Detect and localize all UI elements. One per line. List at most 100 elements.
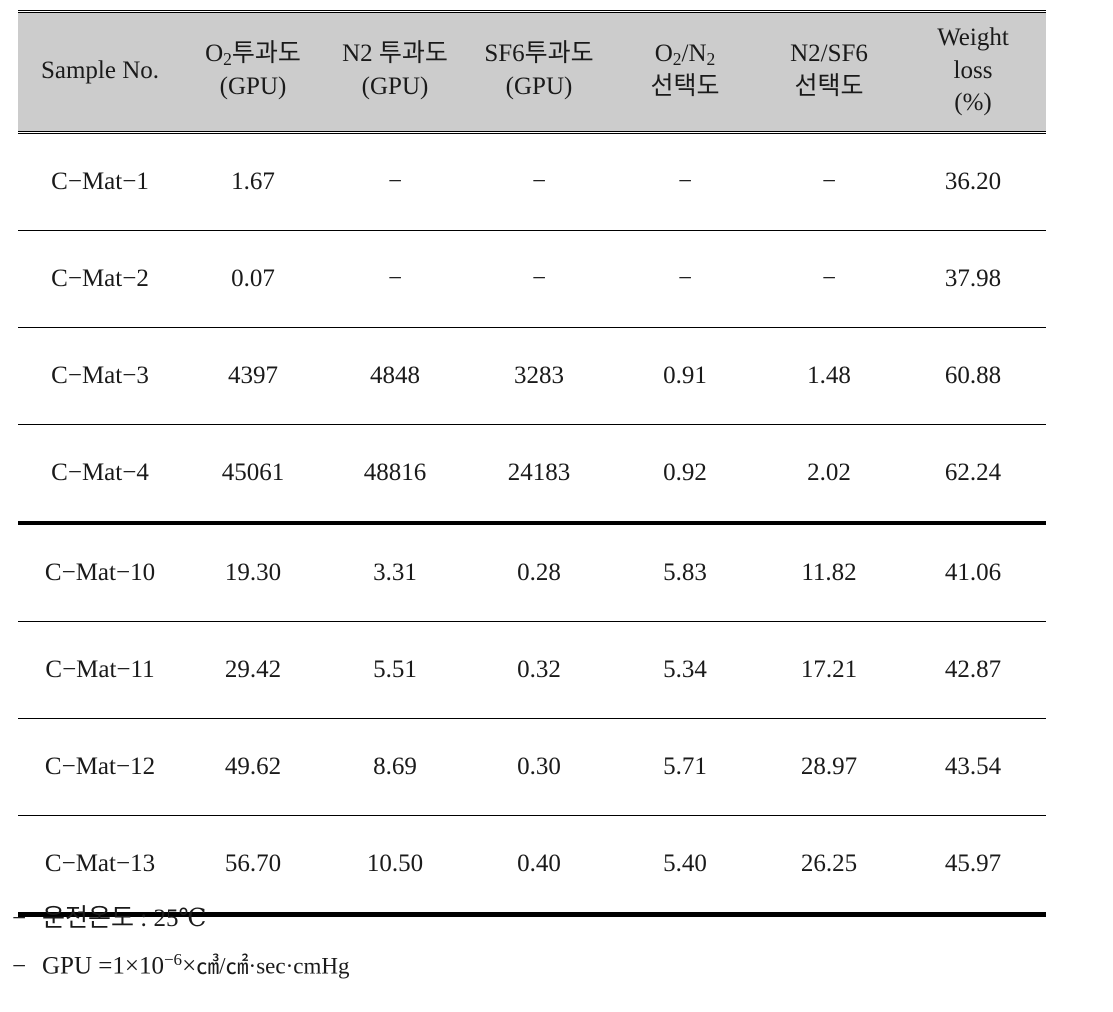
column-header-line: SF6투과도 xyxy=(484,40,594,68)
cell-sample-no: C−Mat−13 xyxy=(18,815,182,917)
column-header-line: O2/N2 xyxy=(654,40,716,70)
cell-n2-sf6-selectivity: 28.97 xyxy=(758,718,900,816)
column-header-n2-sf6-selectivity: N2/SF6 선택도 xyxy=(758,10,900,134)
cell-sample-no: C−Mat−11 xyxy=(18,621,182,719)
table-row: C−Mat−10 19.30 3.31 0.28 5.83 11.82 41.06 xyxy=(18,522,1046,622)
table-row: C−Mat−11 29.42 5.51 0.32 5.34 17.21 42.87 xyxy=(18,621,1046,719)
table-page: Sample No. O2투과도 (GPU) N2 투과도 (GPU) SF6투… xyxy=(0,0,1113,1012)
cell-n2-sf6-selectivity: 11.82 xyxy=(758,522,900,622)
cell-weight-loss: 41.06 xyxy=(900,522,1046,622)
column-header-n2-permeance: N2 투과도 (GPU) xyxy=(324,10,466,134)
cell-sf6-permeance: − xyxy=(466,230,612,328)
cell-n2-sf6-selectivity: − xyxy=(758,132,900,231)
cell-o2-permeance: 4397 xyxy=(182,327,324,425)
table-row: C−Mat−12 49.62 8.69 0.30 5.71 28.97 43.54 xyxy=(18,718,1046,816)
table-body: C−Mat−1 1.67− − − −36.20 C−Mat−2 0.07− − − −37.98… xyxy=(18,132,1046,917)
cell-n2-permeance: − xyxy=(324,132,466,231)
column-header-unit: (GPU) xyxy=(505,72,573,100)
cell-sf6-permeance: 24183 xyxy=(466,424,612,525)
cell-sample-no: C−Mat−3 xyxy=(18,327,182,425)
footnote-gpu-exponent: −6 xyxy=(163,950,183,969)
table-container: Sample No. O2투과도 (GPU) N2 투과도 (GPU) SF6투… xyxy=(18,10,1046,917)
header-row: Sample No. O2투과도 (GPU) N2 투과도 (GPU) SF6투… xyxy=(18,10,1046,134)
cell-weight-loss: 43.54 xyxy=(900,718,1046,816)
column-header-sf6-permeance: SF6투과도 (GPU) xyxy=(466,10,612,134)
cell-weight-loss: 37.98 xyxy=(900,230,1046,328)
cell-o2-n2-selectivity: 0.91 xyxy=(612,327,758,425)
table-row: C−Mat−2 0.07− − − −37.98 xyxy=(18,230,1046,328)
column-header-line: N2 투과도 xyxy=(342,40,448,68)
subscript-2: 2 xyxy=(706,49,716,70)
cell-o2-permeance: 45061 xyxy=(182,424,324,525)
subscript-2: 2 xyxy=(672,49,682,70)
column-header-line: Sample No. xyxy=(40,56,160,84)
column-header-line: loss xyxy=(953,56,993,84)
cell-o2-permeance: 56.70 xyxy=(182,815,324,917)
cell-n2-permeance: 4848 xyxy=(324,327,466,425)
cell-o2-permeance: 19.30 xyxy=(182,522,324,622)
column-header-unit: (GPU) xyxy=(219,72,287,100)
footnote-gpu-units: ㎤/㎠·sec·cmHg xyxy=(196,953,350,979)
cell-weight-loss: 45.97 xyxy=(900,815,1046,917)
footnote-gpu-definition: − GPU =1×10−6×㎤/㎠·sec·cmHg xyxy=(12,951,1092,979)
cell-n2-permeance: 5.51 xyxy=(324,621,466,719)
cell-sample-no: C−Mat−12 xyxy=(18,718,182,816)
table-row: C−Mat−3 4397 4848 3283 0.91 1.48 60.88 xyxy=(18,327,1046,425)
cell-weight-loss: 42.87 xyxy=(900,621,1046,719)
footnote-gpu-equals: =1×10 xyxy=(98,952,164,980)
cell-o2-n2-selectivity: − xyxy=(612,132,758,231)
footnote-gpu-label: GPU xyxy=(42,952,93,980)
subscript-2: 2 xyxy=(223,49,232,70)
column-header-o2-n2-selectivity: O2/N2 선택도 xyxy=(612,10,758,134)
cell-n2-permeance: 10.50 xyxy=(324,815,466,917)
cell-o2-n2-selectivity: 5.71 xyxy=(612,718,758,816)
cell-o2-n2-selectivity: 5.83 xyxy=(612,522,758,622)
footnote-dash: − xyxy=(12,905,27,932)
cell-n2-sf6-selectivity: 17.21 xyxy=(758,621,900,719)
cell-n2-sf6-selectivity: 26.25 xyxy=(758,815,900,917)
cell-sf6-permeance: 0.32 xyxy=(466,621,612,719)
cell-n2-permeance: 8.69 xyxy=(324,718,466,816)
cell-sf6-permeance: 0.40 xyxy=(466,815,612,917)
column-header-o2-permeance: O2투과도 (GPU) xyxy=(182,10,324,134)
column-header-unit: (%) xyxy=(954,89,992,116)
cell-o2-n2-selectivity: 0.92 xyxy=(612,424,758,525)
cell-sample-no: C−Mat−2 xyxy=(18,230,182,328)
cell-sf6-permeance: 0.30 xyxy=(466,718,612,816)
cell-weight-loss: 36.20 xyxy=(900,132,1046,231)
cell-n2-permeance: 48816 xyxy=(324,424,466,525)
cell-sample-no: C−Mat−10 xyxy=(18,522,182,622)
footnotes: − 운전온도 : 25℃ − GPU =1×10−6×㎤/㎠·sec·cmHg xyxy=(12,906,1092,999)
column-header-unit: (GPU) xyxy=(361,72,429,100)
cell-n2-sf6-selectivity: 2.02 xyxy=(758,424,900,525)
column-header-line: O2투과도 xyxy=(205,40,301,70)
column-header-line: Weight xyxy=(937,24,1009,51)
cell-weight-loss: 62.24 xyxy=(900,424,1046,525)
footnote-gpu-times: × xyxy=(182,952,197,980)
cell-o2-n2-selectivity: 5.34 xyxy=(612,621,758,719)
cell-o2-permeance: 49.62 xyxy=(182,718,324,816)
cell-o2-permeance: 0.07 xyxy=(182,230,324,328)
column-header-unit: 선택도 xyxy=(650,72,720,100)
cell-n2-sf6-selectivity: − xyxy=(758,230,900,328)
cell-sample-no: C−Mat−1 xyxy=(18,132,182,231)
cell-sample-no: C−Mat−4 xyxy=(18,424,182,525)
table-header: Sample No. O2투과도 (GPU) N2 투과도 (GPU) SF6투… xyxy=(18,10,1046,134)
table-row: C−Mat−13 56.70 10.50 0.40 5.40 26.25 45.97 xyxy=(18,815,1046,917)
cell-sf6-permeance: 0.28 xyxy=(466,522,612,622)
column-header-unit: 선택도 xyxy=(794,72,864,100)
cell-sf6-permeance: 3283 xyxy=(466,327,612,425)
membrane-performance-table: Sample No. O2투과도 (GPU) N2 투과도 (GPU) SF6투… xyxy=(18,10,1046,917)
cell-o2-n2-selectivity: 5.40 xyxy=(612,815,758,917)
table-row: C−Mat−4 45061 48816 24183 0.92 2.02 62.24 xyxy=(18,424,1046,525)
cell-o2-permeance: 29.42 xyxy=(182,621,324,719)
cell-n2-permeance: 3.31 xyxy=(324,522,466,622)
footnote-text: 운전온도 : 25℃ xyxy=(42,905,207,932)
column-header-sample-no: Sample No. xyxy=(18,10,182,134)
cell-sf6-permeance: − xyxy=(466,132,612,231)
column-header-weight-loss: Weight loss (%) xyxy=(900,10,1046,134)
cell-weight-loss: 60.88 xyxy=(900,327,1046,425)
table-row: C−Mat−1 1.67− − − −36.20 xyxy=(18,132,1046,231)
footnote-operating-temperature: − 운전온도 : 25℃ xyxy=(12,906,1092,931)
cell-o2-n2-selectivity: − xyxy=(612,230,758,328)
